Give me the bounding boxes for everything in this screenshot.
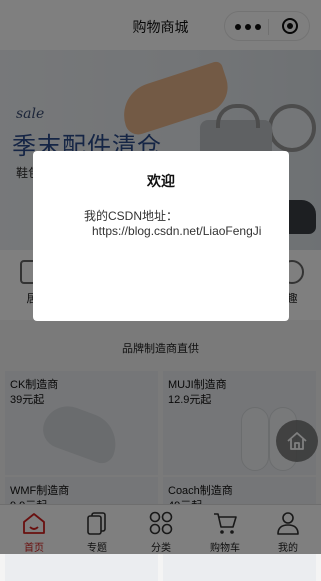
dialog-text-url: https://blog.csdn.net/LiaoFengJi bbox=[92, 224, 262, 238]
welcome-dialog: 欢迎 我的CSDN地址： https://blog.csdn.net/LiaoF… bbox=[33, 151, 289, 321]
dialog-text-label: 我的CSDN地址： bbox=[84, 209, 179, 223]
dialog-title: 欢迎 bbox=[147, 173, 175, 189]
